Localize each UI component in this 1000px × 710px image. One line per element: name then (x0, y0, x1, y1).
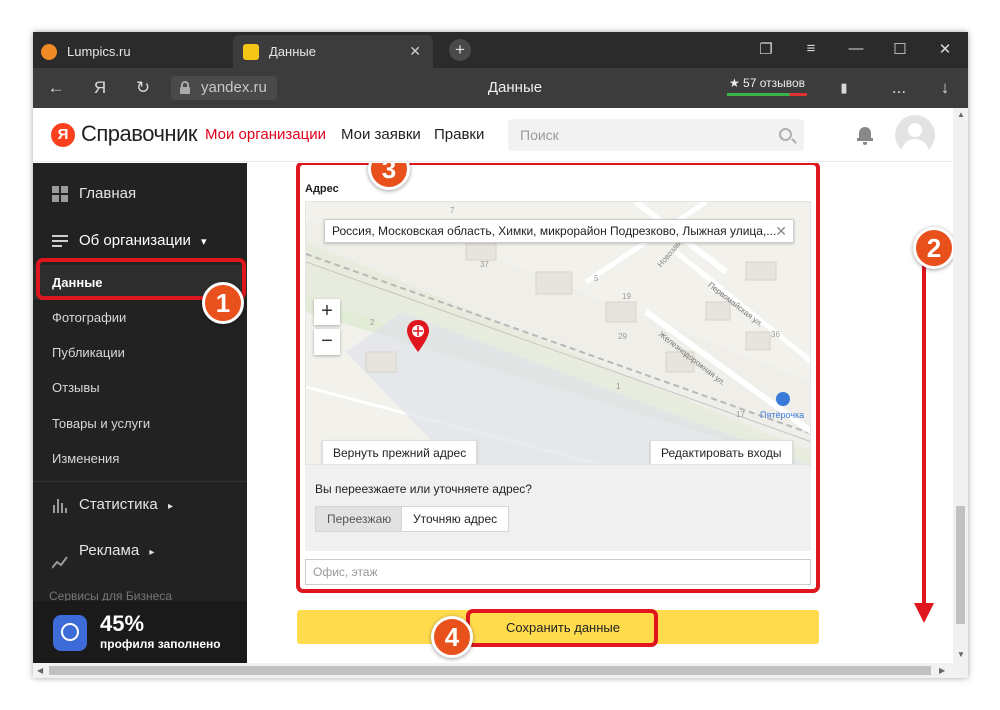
sidebar-sub-goods-services[interactable]: Товары и услуги (33, 406, 247, 441)
vertical-scroll-thumb[interactable] (956, 506, 965, 624)
chevron-right-icon: ▸ (149, 547, 155, 558)
tab-label: Данные (269, 44, 316, 59)
rating-bar (727, 93, 807, 96)
search-icon[interactable] (779, 128, 792, 141)
page-title: Данные (487, 79, 543, 96)
search-placeholder: Поиск (520, 127, 559, 143)
scroll-down-icon[interactable]: ▼ (957, 650, 965, 659)
spravochnik-logo[interactable]: Справочник (81, 121, 198, 147)
sidebar-sub-reviews[interactable]: Отзывы (33, 370, 247, 405)
scroll-down-arrowhead (914, 603, 934, 623)
back-icon[interactable]: ← (45, 78, 67, 98)
address-bar[interactable]: yandex.ru (171, 76, 277, 100)
list-icon (52, 233, 68, 249)
reload-icon[interactable]: ↻ (132, 78, 154, 98)
step-badge-2: 2 (913, 227, 953, 269)
notifications-bell-icon[interactable] (855, 125, 875, 145)
minimize-button[interactable]: — (846, 40, 866, 57)
close-window-button[interactable]: ✕ (935, 40, 955, 58)
progress-percent: 45% (100, 611, 145, 636)
yandex-logo-icon[interactable]: Я (51, 123, 75, 147)
yandex-favicon-icon (243, 43, 259, 60)
download-icon[interactable]: ↓ (934, 78, 956, 98)
progress-label: профиля заполнено (100, 637, 221, 651)
sidebar-item-home[interactable]: Главная (33, 171, 247, 217)
scroll-left-icon[interactable]: ◀ (37, 666, 43, 675)
sidebar-item-label: Реклама (79, 542, 140, 559)
menu-icon[interactable]: ≡ (801, 40, 821, 57)
sidebar-item-label: Главная (79, 185, 137, 202)
step-badge-1: 1 (202, 282, 244, 324)
site-header: Я Справочник Мои организации Мои заявки … (33, 108, 953, 162)
sidebar-sub-changes[interactable]: Изменения (33, 441, 247, 476)
tab-lumpics[interactable]: Lumpics.ru (33, 35, 231, 68)
step-badge-4: 4 (431, 616, 473, 658)
horizontal-scrollbar[interactable]: ◀ ▶ (33, 663, 968, 678)
maximize-button[interactable]: ☐ (890, 40, 910, 58)
scroll-up-icon[interactable]: ▲ (957, 110, 965, 119)
profile-progress[interactable]: 45% профиля заполнено (33, 601, 247, 663)
sidebar-item-ads[interactable]: Реклама ▸ (33, 528, 247, 574)
main-content: Адрес Новозаводская Первомайская ул. Жел… (247, 163, 953, 663)
chevron-down-icon: ▾ (201, 236, 207, 248)
tab-bar: Lumpics.ru Данные ✕ + ❐ ≡ — ☐ ✕ (33, 32, 968, 68)
scroll-right-icon[interactable]: ▶ (939, 666, 945, 675)
user-avatar[interactable] (895, 115, 935, 155)
statistics-icon (52, 497, 68, 513)
close-tab-icon[interactable]: ✕ (409, 43, 421, 60)
tab-data[interactable]: Данные ✕ (233, 35, 433, 68)
sidebar-item-label: Об организации (79, 232, 191, 249)
more-icon[interactable]: ... (888, 78, 910, 98)
navigation-bar: ← Я ↻ yandex.ru Данные ★ 57 отзывов ▮ ..… (33, 68, 968, 108)
lumpics-favicon-icon (41, 43, 57, 60)
nav-my-requests[interactable]: Мои заявки (341, 126, 421, 143)
sidebar-item-label: Статистика (79, 496, 158, 513)
new-tab-button[interactable]: + (449, 39, 471, 61)
highlight-save-button (466, 609, 658, 647)
tab-label: Lumpics.ru (67, 44, 131, 59)
chevron-right-icon: ▸ (167, 501, 173, 512)
reviews-badge[interactable]: ★ 57 отзывов (725, 74, 809, 100)
vertical-scrollbar[interactable]: ▲ ▼ (953, 108, 968, 663)
trend-icon (51, 543, 68, 569)
search-input[interactable]: Поиск (508, 119, 804, 151)
reviews-text: ★ 57 отзывов (728, 76, 806, 90)
browser-window: Lumpics.ru Данные ✕ + ❐ ≡ — ☐ ✕ ← Я ↻ ya… (33, 32, 968, 678)
shield-check-icon (53, 615, 87, 651)
sidebar-item-statistics[interactable]: Статистика ▸ (33, 481, 247, 527)
collections-icon[interactable]: ❐ (756, 40, 776, 58)
horizontal-scroll-thumb[interactable] (49, 666, 931, 675)
url-text: yandex.ru (201, 79, 267, 96)
dashboard-icon (52, 186, 68, 202)
highlight-address-section (296, 163, 820, 593)
sidebar: Главная Об организации ▾ Данные Фотограф… (33, 163, 247, 663)
sidebar-sub-publications[interactable]: Публикации (33, 335, 247, 370)
lock-icon (180, 81, 190, 94)
scroll-down-arrow (922, 238, 926, 610)
nav-my-organizations[interactable]: Мои организации (205, 126, 326, 143)
bookmark-icon[interactable]: ▮ (833, 80, 855, 96)
yandex-home-icon[interactable]: Я (89, 78, 111, 98)
nav-edits[interactable]: Правки (434, 126, 484, 143)
